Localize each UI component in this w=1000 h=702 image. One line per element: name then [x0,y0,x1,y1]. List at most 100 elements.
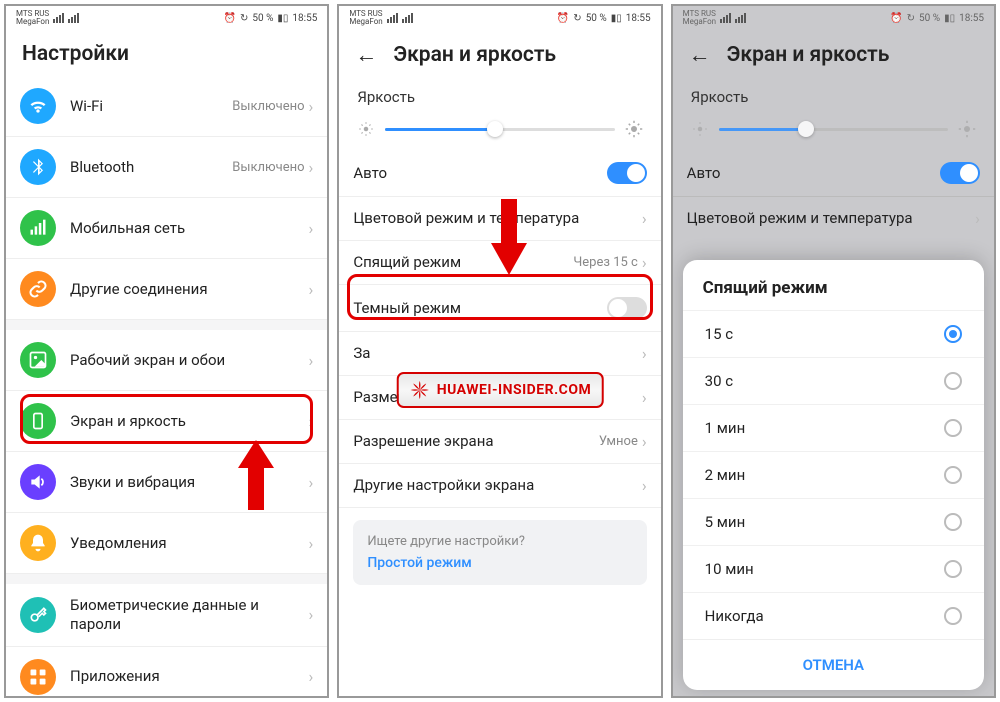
chevron-right-icon: › [642,388,647,407]
settings-row-display[interactable]: Экран и яркость › [6,391,327,452]
screen-display-brightness: MTS RUS MegaFon ⏰ ↻ 50 % ▮▯ 18:55 ← Экра… [337,4,662,698]
key-icon [20,597,56,633]
sync-icon: ↻ [573,13,581,24]
row-5[interactable]: Разрешение экранаУмное› [339,420,660,464]
battery-text: 50 % [252,13,273,24]
signal-icon-2 [402,13,413,23]
signal-icon [20,210,56,246]
sleep-option-4[interactable]: 5 мин [683,498,984,545]
settings-row-key[interactable]: Биометрические данные и пароли › [6,584,327,647]
row-2[interactable]: Темный режим [339,285,660,332]
settings-row-sound[interactable]: Звуки и вибрация › [6,452,327,513]
screen-sleep-dialog: MTS RUS MegaFon ⏰ ↻ 50 % ▮▯ 18:55 ← Экра… [671,4,996,698]
radio[interactable] [944,419,962,437]
clock: 18:55 [292,13,317,24]
battery-icon: ▮▯ [611,13,622,24]
sleep-option-6[interactable]: Никогда [683,592,984,639]
status-bar: MTS RUS MegaFon ⏰ ↻ 50 % ▮▯ 18:55 [6,6,327,30]
settings-row-signal[interactable]: Мобильная сеть › [6,198,327,259]
sleep-option-2[interactable]: 1 мин [683,404,984,451]
alarm-icon: ⏰ [557,13,569,24]
sun-high-icon [958,120,976,138]
sleep-option-1[interactable]: 30 с [683,357,984,404]
page-title: Экран и яркость [393,43,556,67]
header: ← Экран и яркость [673,30,994,78]
radio[interactable] [944,560,962,578]
chevron-right-icon: › [309,534,314,553]
cancel-button[interactable]: ОТМЕНА [683,639,984,690]
settings-row-apps[interactable]: Приложения › [6,647,327,697]
apps-icon [20,659,56,695]
carrier-2: MegaFon [16,18,49,26]
signal-icon-2 [735,13,746,23]
chevron-right-icon: › [309,280,314,299]
sheet-title: Спящий режим [683,272,984,310]
image-icon [20,342,56,378]
signal-icon [53,13,64,23]
chevron-right-icon: › [642,209,647,228]
settings-row-wifi[interactable]: Wi-Fi Выключено › [6,76,327,137]
sleep-option-5[interactable]: 10 мин [683,545,984,592]
sleep-mode-sheet: Спящий режим 15 с 30 с 1 мин 2 мин 5 мин… [683,260,984,690]
alarm-icon: ⏰ [890,13,902,24]
watermark: HUAWEI-INSIDER.COM [397,372,604,408]
sun-low-icon [691,120,709,138]
settings-list[interactable]: Wi-Fi Выключено › Bluetooth Выключено › … [6,76,327,696]
alarm-icon: ⏰ [224,13,236,24]
chevron-right-icon: › [309,97,314,116]
chevron-right-icon: › [309,473,314,492]
back-button[interactable]: ← [355,42,377,68]
auto-brightness-row[interactable]: Авто [339,150,660,197]
chevron-right-icon: › [309,667,314,686]
radio[interactable] [944,325,962,343]
auto-brightness-row[interactable]: Авто [673,150,994,197]
chevron-right-icon: › [642,432,647,451]
link-icon [20,271,56,307]
bluetooth-icon [20,149,56,185]
chevron-right-icon: › [309,219,314,238]
radio[interactable] [944,466,962,484]
auto-toggle[interactable] [607,162,647,184]
screen-settings: MTS RUS MegaFon ⏰ ↻ 50 % ▮▯ 18:55 Настро… [4,4,329,698]
display-icon [20,403,56,439]
sleep-option-3[interactable]: 2 мин [683,451,984,498]
chevron-right-icon: › [309,351,314,370]
simple-mode-link[interactable]: Простой режим [367,555,632,571]
row-6[interactable]: Другие настройки экрана› [339,464,660,508]
sync-icon: ↻ [907,13,915,24]
auto-toggle[interactable] [940,162,980,184]
sleep-option-0[interactable]: 15 с [683,310,984,357]
row-3[interactable]: За› [339,332,660,376]
battery-icon: ▮▯ [277,13,288,24]
page-title: Экран и яркость [727,43,890,67]
wifi-icon [20,88,56,124]
brightness-slider[interactable] [673,112,994,150]
settings-row-bluetooth[interactable]: Bluetooth Выключено › [6,137,327,198]
radio[interactable] [944,372,962,390]
chevron-right-icon: › [642,253,647,272]
chevron-right-icon: › [642,344,647,363]
header: Настройки [6,30,327,76]
page-title: Настройки [22,42,129,66]
bell-icon [20,525,56,561]
signal-icon [720,13,731,23]
chevron-right-icon: › [309,158,314,177]
settings-row-image[interactable]: Рабочий экран и обои › [6,330,327,391]
header: ← Экран и яркость [339,30,660,78]
settings-row-link[interactable]: Другие соединения › [6,259,327,320]
radio[interactable] [944,607,962,625]
row-color-mode[interactable]: Цветовой режим и температура › [673,197,994,240]
chevron-right-icon: › [975,209,980,228]
chevron-right-icon: › [642,476,647,495]
brightness-label: Яркость [673,78,994,112]
row-0[interactable]: Цветовой режим и температура› [339,197,660,241]
row-1[interactable]: Спящий режимЧерез 15 с› [339,241,660,285]
settings-row-bell[interactable]: Уведомления › [6,513,327,574]
back-button[interactable]: ← [689,42,711,68]
brightness-slider[interactable] [339,112,660,150]
radio[interactable] [944,513,962,531]
status-bar: MTS RUS MegaFon ⏰ ↻ 50 % ▮▯ 18:55 [673,6,994,30]
chevron-right-icon: › [309,412,314,431]
sun-high-icon [625,120,643,138]
toggle[interactable] [607,297,647,319]
